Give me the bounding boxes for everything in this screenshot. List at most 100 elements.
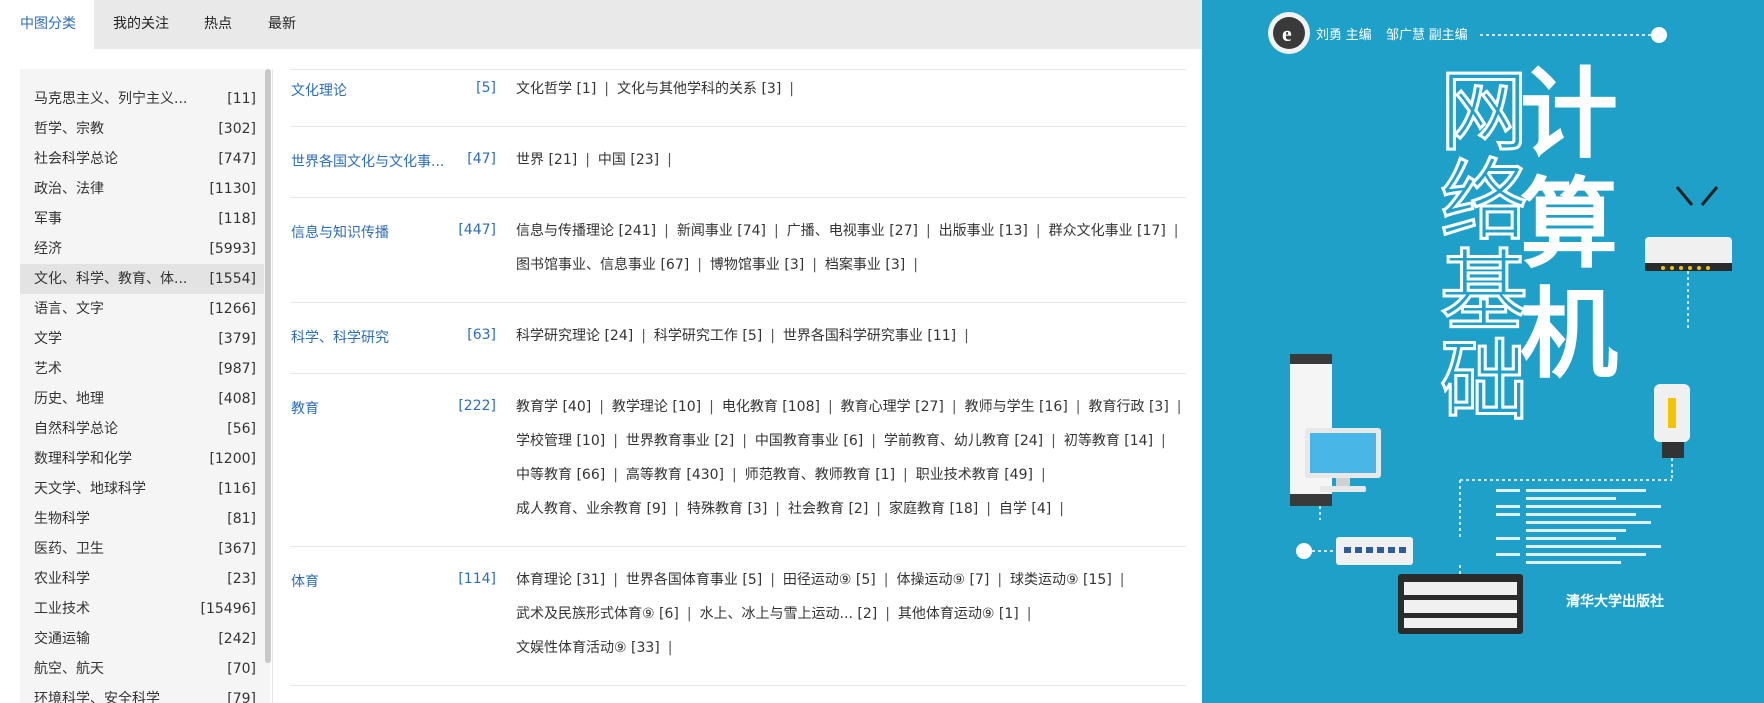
subcategory-item-link[interactable]: 学校管理 [10] <box>516 433 605 449</box>
subcategory-item-link[interactable]: 体操运动⑨ [7] <box>896 572 989 588</box>
category-item[interactable]: 天文学、地球科学 [116] <box>20 474 264 504</box>
category-name: 工业技术 <box>34 601 90 617</box>
subcategory-item-link[interactable]: 教师与学生 [16] <box>965 399 1068 415</box>
subcategory-title[interactable]: 体育 <box>291 571 319 591</box>
category-item[interactable]: 语言、文字 [1266] <box>20 294 264 324</box>
category-item[interactable]: 马克思主义、列宁主义... [11] <box>20 84 264 114</box>
category-list-scrollbar[interactable] <box>265 69 271 663</box>
subcategory-item-link[interactable]: 中国教育事业 [6] <box>755 433 863 449</box>
category-item[interactable]: 生物科学 [81] <box>20 504 264 534</box>
cover-title-left: 网络基础 <box>1439 59 1530 435</box>
subcategory-item-link[interactable]: 成人教育、业余教育 [9] <box>516 501 666 517</box>
category-item[interactable]: 航空、航天 [70] <box>20 654 264 684</box>
subcategory-item-link[interactable]: 世界各国体育事业 [5] <box>626 572 762 588</box>
category-item[interactable]: 文学 [379] <box>20 324 264 354</box>
category-item[interactable]: 政治、法律 [1130] <box>20 174 264 204</box>
subcategory-item-link[interactable]: 体育理论 [31] <box>516 572 605 588</box>
subcategory-item-link[interactable]: 教育学 [40] <box>516 399 591 415</box>
subcategory-title[interactable]: 世界各国文化与文化事... <box>291 151 444 171</box>
separator: | <box>913 257 918 273</box>
subcategory-title[interactable]: 文化理论 <box>291 80 347 100</box>
subcategory-item-link[interactable]: 文娱性体育活动⑨ [33] <box>516 640 660 656</box>
category-item[interactable]: 环境科学、安全科学 [79] <box>20 684 264 703</box>
category-count: [747] <box>218 151 256 167</box>
category-item[interactable]: 数理科学和化学 [1200] <box>20 444 264 474</box>
subcategory-item-link[interactable]: 群众文化事业 [17] <box>1049 223 1166 239</box>
tab-zhongtu-fenlei[interactable]: 中图分类 <box>0 0 94 49</box>
category-item[interactable]: 历史、地理 [408] <box>20 384 264 414</box>
tab-latest[interactable]: 最新 <box>268 0 296 49</box>
category-item[interactable]: 自然科学总论 [56] <box>20 414 264 444</box>
subcategory-item-link[interactable]: 科学研究理论 [24] <box>516 328 633 344</box>
tab-my-follow[interactable]: 我的关注 <box>113 0 169 49</box>
subcategory-item-link[interactable]: 教育行政 [3] <box>1089 399 1169 415</box>
subcategory-line: 教育学 [40] | 教学理论 [10] | 电化教育 [108] | 教育心理学 [27]… <box>516 390 1190 424</box>
category-item[interactable]: 文化、科学、教育、体... [1554] <box>20 264 264 294</box>
subcategory-item-link[interactable]: 电化教育 [108] <box>722 399 820 415</box>
subcategory-title[interactable]: 信息与知识传播 <box>291 222 389 242</box>
subcategory-item-link[interactable]: 其他体育运动⑨ [1] <box>898 606 1019 622</box>
book-cover[interactable]: e 刘勇 主编 邹广慧 副主编 计算机 网络基础 清华大学出版社 <box>1202 0 1764 703</box>
category-item[interactable]: 军事 [118] <box>20 204 264 234</box>
category-item[interactable]: 农业科学 [23] <box>20 564 264 594</box>
subcategory-item-link[interactable]: 家庭教育 [18] <box>889 501 978 517</box>
subcategory-item-link[interactable]: 档案事业 [3] <box>825 257 905 273</box>
subcategory-line: 武术及民族形式体育⑨ [6] | 水上、冰上与雪上运动... [2] | 其他体育运动⑨… <box>516 597 1039 631</box>
subcategory-item-link[interactable]: 中等教育 [66] <box>516 467 605 483</box>
subcategory-item-link[interactable]: 信息与传播理论 [241] <box>516 223 656 239</box>
subcategory-item-link[interactable]: 图书馆事业、信息事业 [67] <box>516 257 689 273</box>
subcategory-item-link[interactable]: 职业技术教育 [49] <box>916 467 1033 483</box>
category-name: 航空、航天 <box>34 661 104 677</box>
tab-hot[interactable]: 热点 <box>204 0 232 49</box>
subcategory-item-link[interactable]: 中国 [23] <box>598 152 659 168</box>
separator: | <box>641 328 646 344</box>
separator: | <box>613 433 618 449</box>
category-count: [5993] <box>209 241 256 257</box>
category-item[interactable]: 工业技术 [15496] <box>20 594 264 624</box>
category-item[interactable]: 医药、卫生 [367] <box>20 534 264 564</box>
subcategory-item-link[interactable]: 师范教育、教师教育 [1] <box>745 467 895 483</box>
subcategory-item-link[interactable]: 博物馆事业 [3] <box>710 257 804 273</box>
category-count: [1200] <box>209 451 256 467</box>
subcategory-item-link[interactable]: 广播、电视事业 [27] <box>787 223 918 239</box>
category-name: 天文学、地球科学 <box>34 481 146 497</box>
separator: | <box>770 572 775 588</box>
category-item[interactable]: 艺术 [987] <box>20 354 264 384</box>
subcategory-item-link[interactable]: 文化与其他学科的关系 [3] <box>617 81 781 97</box>
subcategory-title[interactable]: 科学、科学研究 <box>291 327 389 347</box>
separator: | <box>925 223 931 239</box>
subcategory-item-link[interactable]: 教学理论 [10] <box>612 399 701 415</box>
separator: | <box>951 399 957 415</box>
subcategory-item-link[interactable]: 武术及民族形式体育⑨ [6] <box>516 606 679 622</box>
subcategory-item-link[interactable]: 特殊教育 [3] <box>687 501 767 517</box>
subcategory-item-link[interactable]: 田径运动⑨ [5] <box>783 572 876 588</box>
separator: | <box>871 433 876 449</box>
category-item[interactable]: 经济 [5993] <box>20 234 264 264</box>
separator: | <box>1040 467 1046 483</box>
subcategory-item-link[interactable]: 科学研究工作 [5] <box>654 328 762 344</box>
subcategory-item-link[interactable]: 球类运动⑨ [15] <box>1010 572 1112 588</box>
subcategory-item-link[interactable]: 初等教育 [14] <box>1064 433 1153 449</box>
subcategory-count: [222] <box>458 398 496 414</box>
subcategory-item-link[interactable]: 新闻事业 [74] <box>677 223 766 239</box>
subcategory-item-link[interactable]: 社会教育 [2] <box>788 501 868 517</box>
subcategory-item-link[interactable]: 水上、冰上与雪上运动... [2] <box>700 606 878 622</box>
category-count: [1554] <box>209 271 256 287</box>
subcategory-title[interactable]: 教育 <box>291 398 319 418</box>
category-item[interactable]: 哲学、宗教 [302] <box>20 114 264 144</box>
category-item[interactable]: 交通运输 [242] <box>20 624 264 654</box>
subcategory-item-link[interactable]: 学前教育、幼儿教育 [24] <box>884 433 1043 449</box>
subcategory-item-link[interactable]: 自学 [4] <box>999 501 1051 517</box>
separator: | <box>1026 606 1032 622</box>
subcategory-item-link[interactable]: 文化哲学 [1] <box>516 81 596 97</box>
category-item[interactable]: 社会科学总论 [747] <box>20 144 264 174</box>
separator: | <box>986 501 991 517</box>
subcategory-item-link[interactable]: 教育心理学 [27] <box>841 399 944 415</box>
subcategory-item-link[interactable]: 出版事业 [13] <box>939 223 1028 239</box>
subcategory-item-link[interactable]: 世界各国科学研究事业 [11] <box>783 328 956 344</box>
category-name: 经济 <box>34 241 62 257</box>
subcategory-item-link[interactable]: 世界教育事业 [2] <box>626 433 734 449</box>
subcategory-item-link[interactable]: 世界 [21] <box>516 152 577 168</box>
subcategory-item-link[interactable]: 高等教育 [430] <box>626 467 724 483</box>
separator: | <box>885 606 890 622</box>
